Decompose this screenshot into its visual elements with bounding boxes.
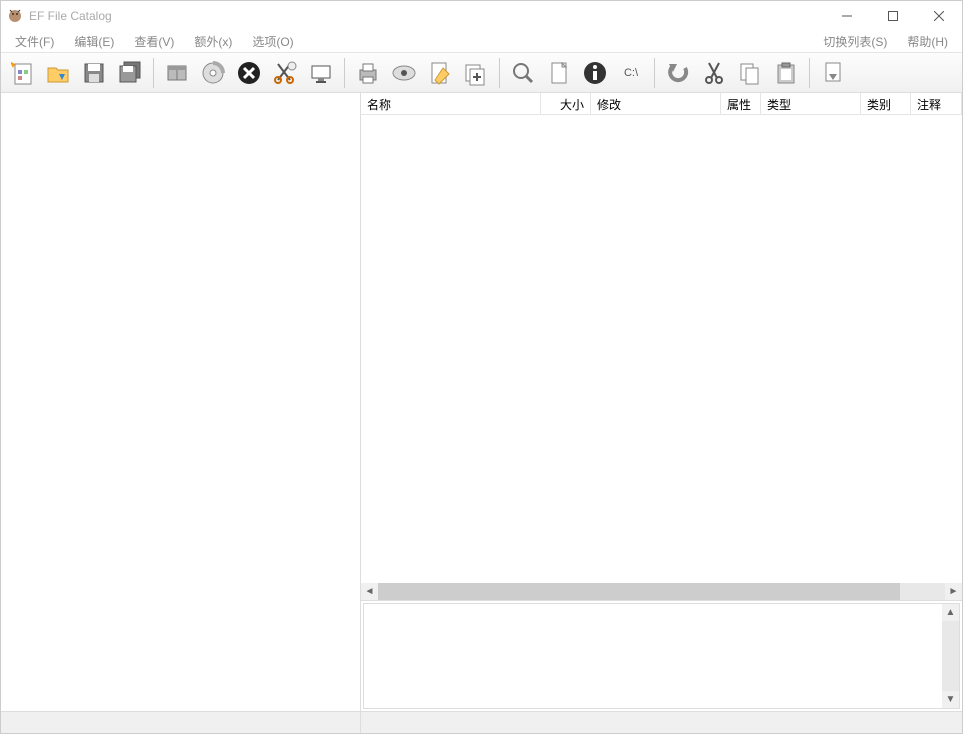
tree-pane[interactable] (1, 93, 361, 711)
print-button[interactable] (351, 56, 385, 90)
cut-tool-icon (272, 60, 298, 86)
screen-button[interactable] (304, 56, 338, 90)
search-icon (510, 60, 536, 86)
preview-icon (391, 60, 417, 86)
page-icon (546, 60, 572, 86)
toolbar-separator (153, 58, 154, 88)
download-icon (820, 60, 846, 86)
download-button[interactable] (816, 56, 850, 90)
scissors-icon (701, 60, 727, 86)
scissors-button[interactable] (697, 56, 731, 90)
menu-help[interactable]: 帮助(H) (897, 31, 958, 52)
save-button[interactable] (77, 56, 111, 90)
cut-button[interactable] (268, 56, 302, 90)
window-controls (824, 1, 962, 31)
toolbar-separator (809, 58, 810, 88)
open-folder-button[interactable] (41, 56, 75, 90)
paste-button[interactable] (769, 56, 803, 90)
open-folder-icon (45, 60, 71, 86)
list-header: 名称 大小 修改 属性 类型 类别 注释 (361, 93, 962, 115)
column-attr[interactable]: 属性 (721, 93, 761, 114)
undo-icon (665, 60, 691, 86)
column-category[interactable]: 类别 (861, 93, 911, 114)
print-icon (355, 60, 381, 86)
menu-options[interactable]: 选项(O) (242, 31, 303, 52)
menu-edit[interactable]: 编辑(E) (64, 31, 124, 52)
archive-icon (164, 60, 190, 86)
undo-button[interactable] (661, 56, 695, 90)
cancel-button[interactable] (232, 56, 266, 90)
menu-extra[interactable]: 额外(x) (184, 31, 242, 52)
maximize-button[interactable] (870, 1, 916, 31)
right-pane: 名称 大小 修改 属性 类型 类别 注释 ◄ ► ▲ ▼ (361, 93, 962, 711)
title-bar: EF File Catalog (1, 1, 962, 31)
edit-icon (427, 60, 453, 86)
column-name[interactable]: 名称 (361, 93, 541, 114)
new-catalog-button[interactable] (5, 56, 39, 90)
minimize-button[interactable] (824, 1, 870, 31)
save-all-button[interactable] (113, 56, 147, 90)
page-button[interactable] (542, 56, 576, 90)
add-folder-button[interactable] (459, 56, 493, 90)
vertical-scrollbar[interactable]: ▲ ▼ (942, 604, 959, 708)
scroll-thumb[interactable] (378, 583, 900, 600)
disc-icon (200, 60, 226, 86)
info-button[interactable] (578, 56, 612, 90)
toolbar: C:\ (1, 53, 962, 93)
scroll-left-icon[interactable]: ◄ (361, 583, 378, 600)
column-size[interactable]: 大小 (541, 93, 591, 114)
menu-bar: 文件(F) 编辑(E) 查看(V) 额外(x) 选项(O) 切换列表(S) 帮助… (1, 31, 962, 53)
menu-file[interactable]: 文件(F) (5, 31, 64, 52)
toolbar-separator (344, 58, 345, 88)
disc-button[interactable] (196, 56, 230, 90)
add-folder-icon (463, 60, 489, 86)
archive-button[interactable] (160, 56, 194, 90)
info-icon (582, 60, 608, 86)
screen-icon (308, 60, 334, 86)
column-modify[interactable]: 修改 (591, 93, 721, 114)
cancel-icon (236, 60, 262, 86)
close-button[interactable] (916, 1, 962, 31)
edit-button[interactable] (423, 56, 457, 90)
scroll-right-icon[interactable]: ► (945, 583, 962, 600)
menu-switch-list[interactable]: 切换列表(S) (813, 31, 897, 52)
status-bar (1, 711, 962, 733)
path-button[interactable]: C:\ (614, 56, 648, 90)
new-catalog-icon (9, 60, 35, 86)
preview-button[interactable] (387, 56, 421, 90)
save-all-icon (117, 60, 143, 86)
main-area: 名称 大小 修改 属性 类型 类别 注释 ◄ ► ▲ ▼ (1, 93, 962, 711)
scroll-up-icon[interactable]: ▲ (942, 604, 959, 621)
toolbar-separator (654, 58, 655, 88)
horizontal-scrollbar[interactable]: ◄ ► (361, 583, 962, 600)
save-icon (81, 60, 107, 86)
details-pane[interactable]: ▲ ▼ (363, 603, 960, 709)
status-cell-left (1, 712, 361, 733)
search-button[interactable] (506, 56, 540, 90)
scroll-down-icon[interactable]: ▼ (942, 691, 959, 708)
column-type[interactable]: 类型 (761, 93, 861, 114)
window-title: EF File Catalog (29, 9, 824, 23)
column-note[interactable]: 注释 (911, 93, 962, 114)
copy-button[interactable] (733, 56, 767, 90)
copy-icon (737, 60, 763, 86)
list-pane: 名称 大小 修改 属性 类型 类别 注释 ◄ ► (361, 93, 962, 601)
scroll-track[interactable] (378, 583, 945, 600)
scroll-vtrack[interactable] (942, 621, 959, 691)
toolbar-separator (499, 58, 500, 88)
menu-view[interactable]: 查看(V) (124, 31, 184, 52)
app-icon (7, 8, 23, 24)
status-cell-right (361, 712, 962, 733)
list-body[interactable] (361, 115, 962, 583)
paste-icon (773, 60, 799, 86)
path-icon: C:\ (624, 67, 638, 79)
